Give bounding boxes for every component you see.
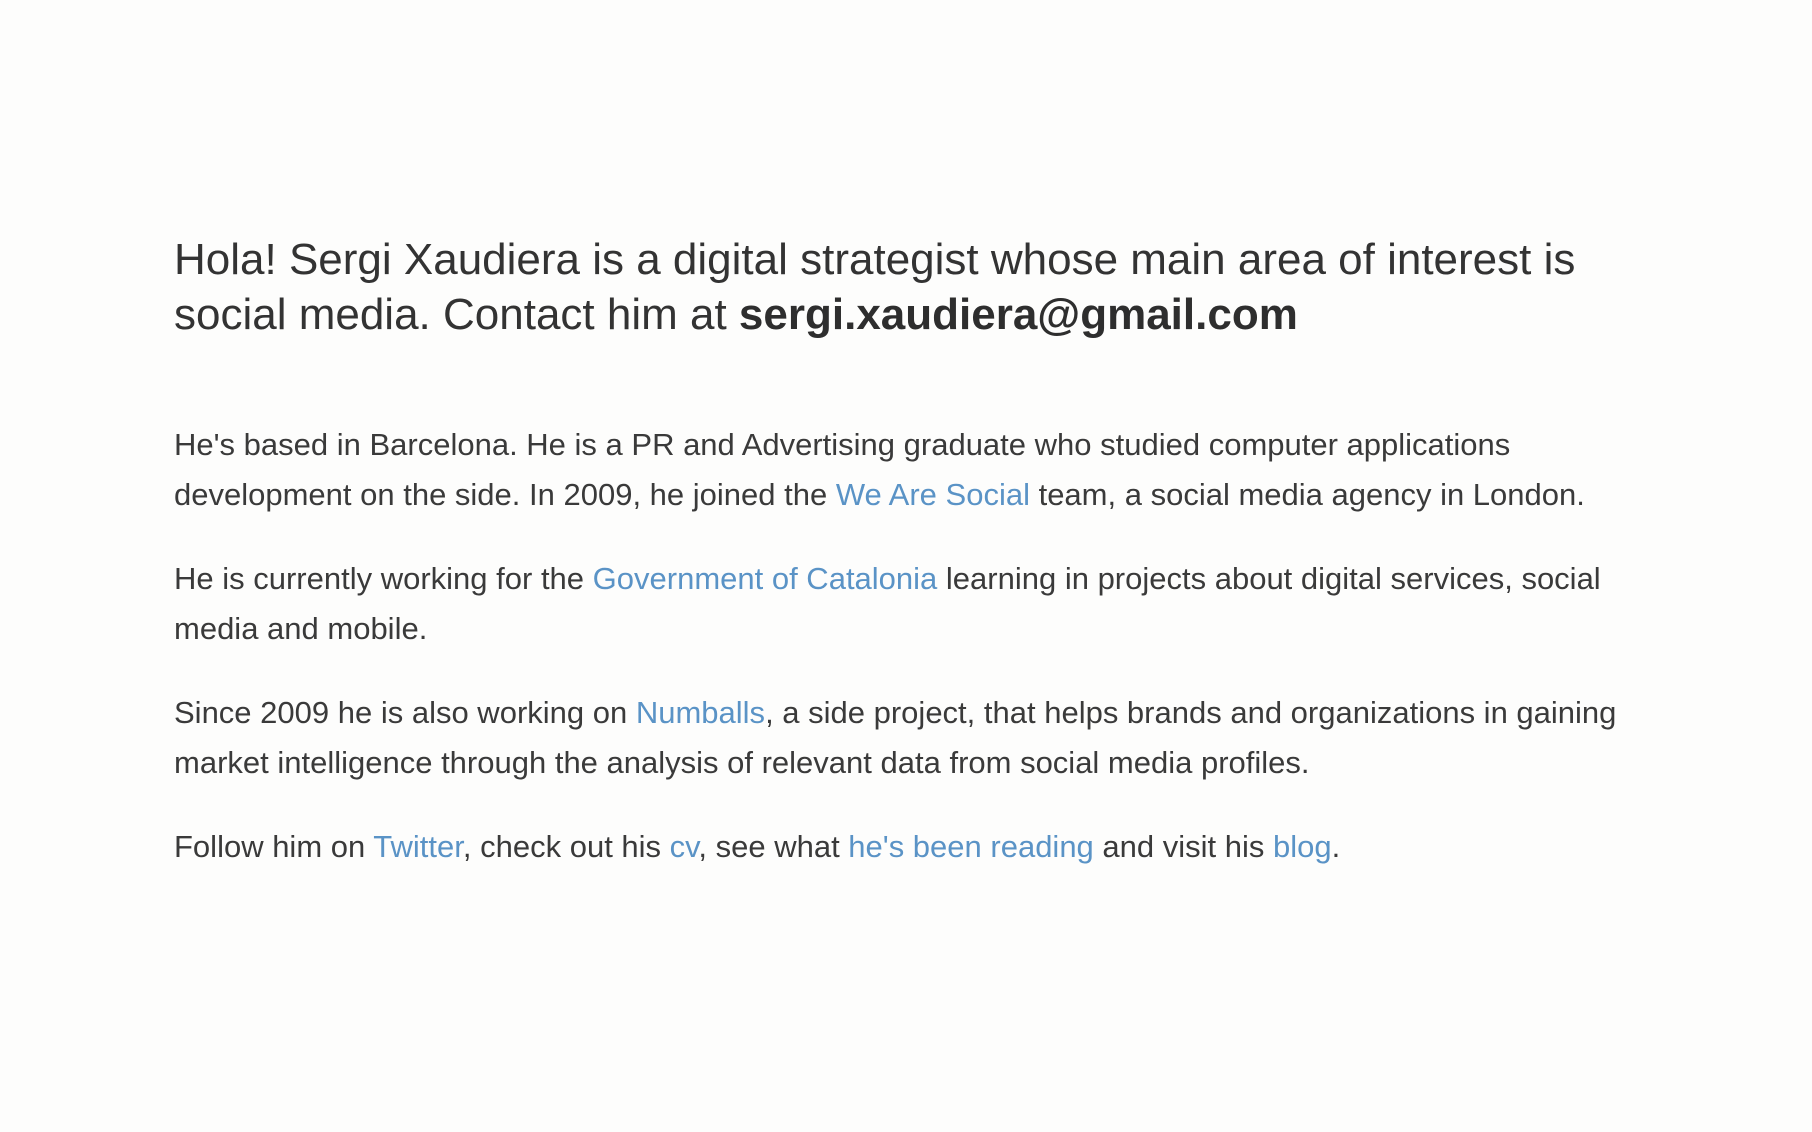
intro-heading: Hola! Sergi Xaudiera is a digital strate… (174, 232, 1634, 342)
bio-text: , see what (698, 829, 849, 864)
bio-text: team, a social media agency in London. (1029, 477, 1585, 512)
bio-paragraph-follow: Follow him on Twitter, check out his cv,… (174, 822, 1634, 872)
bio-text: , check out his (462, 829, 670, 864)
page: Hola! Sergi Xaudiera is a digital strate… (0, 0, 1812, 1132)
bio-paragraph-location: He's based in Barcelona. He is a PR and … (174, 420, 1634, 520)
numballs-link[interactable]: Numballs (636, 695, 765, 730)
twitter-link[interactable]: Twitter (373, 829, 463, 864)
bio-text: and visit his (1093, 829, 1274, 864)
bio-text: Follow him on (174, 829, 374, 864)
blog-link[interactable]: blog (1273, 829, 1332, 864)
bio-text: . (1331, 829, 1341, 864)
bio-paragraph-side-project: Since 2009 he is also working on Numball… (174, 688, 1634, 788)
bio-paragraph-work: He is currently working for the Governme… (174, 554, 1634, 654)
bio-text: He is currently working for the (174, 561, 593, 596)
bio-text: Since 2009 he is also working on (174, 695, 636, 730)
cv-link[interactable]: cv (670, 829, 699, 864)
bio-section: He's based in Barcelona. He is a PR and … (174, 420, 1634, 906)
government-of-catalonia-link[interactable]: Government of Catalonia (593, 561, 938, 596)
contact-email: sergi.xaudiera@gmail.com (738, 290, 1298, 339)
reading-link[interactable]: he's been reading (848, 829, 1094, 864)
we-are-social-link[interactable]: We Are Social (836, 477, 1030, 512)
